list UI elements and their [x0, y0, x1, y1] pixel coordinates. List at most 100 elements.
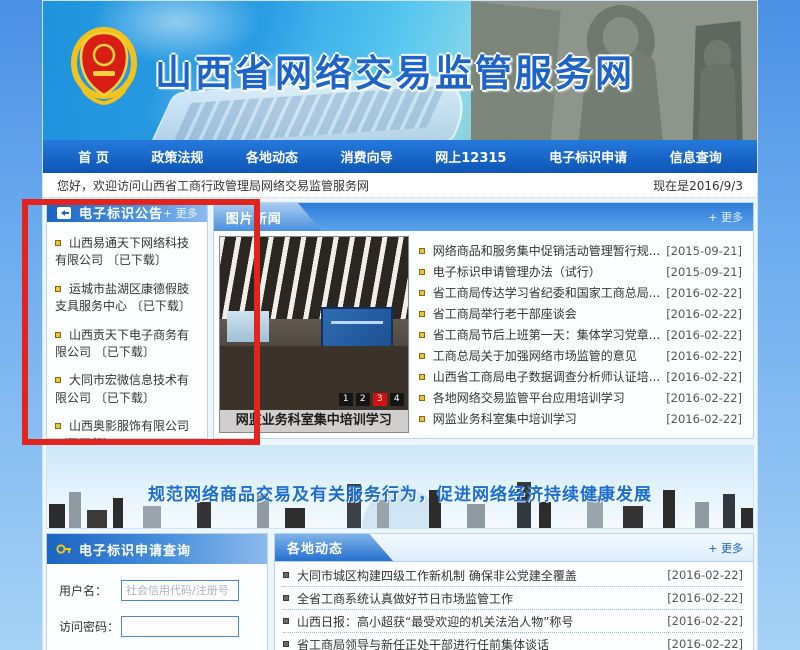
- local-news-item-date: [2016-02-22]: [667, 591, 743, 605]
- photo-news-more-link[interactable]: + 更多: [708, 209, 743, 225]
- announcement-icon: [56, 206, 72, 220]
- local-news-item[interactable]: 山西日报：高小超获“最受欢迎的机关法治人物”称号 [2016-02-22]: [283, 610, 743, 633]
- square-bullet-icon: [283, 641, 289, 647]
- slogan-banner: 规范网络商品交易及有关服务行为，促进网络经济持续健康发展: [46, 445, 754, 529]
- photo-news-panel: 图片新闻 + 更多 1 2: [213, 202, 754, 439]
- news-item-title: 网监业务科室集中培训学习: [433, 410, 660, 427]
- announcement-list-item[interactable]: 山西易通天下网络科技有限公司 〔已下载〕: [55, 235, 199, 270]
- bottom-section: 电子标识申请查询 用户名： 访问密码： 验证码： PFsv: [43, 533, 757, 650]
- local-news-item[interactable]: 全省工商系统认真做好节日市场监管工作 [2016-02-22]: [283, 587, 743, 610]
- news-item-title: 网络商品和服务集中促销活动管理暂行规...: [433, 242, 660, 259]
- announcement-panel-header: 电子标识公告 + 更多: [47, 203, 207, 222]
- square-bullet-icon: [55, 423, 61, 429]
- square-bullet-icon: [283, 618, 289, 624]
- news-list-item[interactable]: 网监业务科室集中培训学习 [2016-02-22]: [419, 408, 742, 429]
- nav-item[interactable]: 电子标识申请: [549, 147, 627, 166]
- news-list-item[interactable]: 省工商局传达学习省纪委和国家工商总局... [2016-02-22]: [419, 282, 742, 303]
- announcement-list-item[interactable]: 运城市盐湖区康德假肢支具服务中心 〔已下载〕: [55, 281, 199, 316]
- local-news-header: 各地动态 + 更多: [275, 534, 753, 562]
- nav-item[interactable]: 消费向导: [341, 147, 393, 166]
- local-news-item-date: [2016-02-22]: [667, 637, 743, 650]
- current-date: 现在是2016/9/3: [653, 177, 743, 194]
- saic-emblem-logo: [71, 27, 137, 109]
- news-list-item[interactable]: 省工商局举行老干部座谈会 [2016-02-22]: [419, 303, 742, 324]
- announcement-item-text: 运城市盐湖区康德假肢支具服务中心 〔已下载〕: [55, 282, 191, 313]
- nav-item[interactable]: 网上12315: [435, 147, 506, 166]
- photo-page-button[interactable]: 3: [373, 393, 387, 406]
- top-section: 电子标识公告 + 更多 山西易通天下网络科技有限公司 〔已下载〕 运城市盐湖区康…: [43, 198, 757, 444]
- photo-page-button[interactable]: 2: [356, 393, 370, 406]
- query-panel-title: 电子标识申请查询: [79, 540, 191, 559]
- page-container: 山西省网络交易监管服务网 首 页 政策法规 各地动态 消费向导 网上12315 …: [42, 0, 758, 650]
- nav-item[interactable]: 信息查询: [670, 147, 722, 166]
- square-bullet-icon: [55, 332, 61, 338]
- password-input[interactable]: [121, 616, 239, 637]
- announcement-list-item[interactable]: 大同市宏微信息技术有限公司 〔已下载〕: [55, 372, 199, 407]
- local-news-panel: 各地动态 + 更多 大同市城区构建四级工作新机制 确保非公党建全覆盖 [2016…: [274, 533, 754, 650]
- local-news-list: 大同市城区构建四级工作新机制 确保非公党建全覆盖 [2016-02-22] 全省…: [275, 562, 753, 650]
- e-label-query-panel: 电子标识申请查询 用户名： 访问密码： 验证码： PFsv: [46, 533, 268, 650]
- news-list-item[interactable]: 网络商品和服务集中促销活动管理暂行规... [2015-09-21]: [419, 240, 742, 261]
- news-item-title: 各地网络交易监管平台应用培训学习: [433, 389, 660, 406]
- news-list-item[interactable]: 山西省工商局电子数据调查分析师认证培... [2016-02-22]: [419, 366, 742, 387]
- news-list-item[interactable]: 各地网络交易监管平台应用培训学习 [2016-02-22]: [419, 387, 742, 408]
- photo-page-button[interactable]: 1: [339, 393, 353, 406]
- news-item-date: [2016-02-22]: [666, 328, 742, 342]
- square-bullet-icon: [419, 248, 425, 254]
- photo-caption: 网监业务科室集中培训学习: [220, 410, 408, 432]
- username-label: 用户名：: [59, 582, 121, 599]
- news-item-title: 省工商局传达学习省纪委和国家工商总局...: [433, 284, 660, 301]
- query-form: 用户名： 访问密码： 验证码： PFsv: [47, 564, 267, 650]
- news-list-item[interactable]: 电子标识申请管理办法（试行） [2015-09-21]: [419, 261, 742, 282]
- local-news-item-date: [2016-02-22]: [667, 568, 743, 582]
- square-bullet-icon: [283, 572, 289, 578]
- announcement-title: 电子标识公告: [79, 203, 163, 222]
- square-bullet-icon: [419, 395, 425, 401]
- square-bullet-icon: [55, 377, 61, 383]
- news-list-item[interactable]: 工商总局关于加强网络市场监管的意见 [2016-02-22]: [419, 345, 742, 366]
- announcement-item-text: 山西易通天下网络科技有限公司 〔已下载〕: [55, 236, 189, 267]
- photo-news-list: 网络商品和服务集中促销活动管理暂行规... [2015-09-21] 电子标识申…: [415, 236, 748, 433]
- password-label: 访问密码：: [59, 618, 121, 635]
- news-item-date: [2016-02-22]: [666, 307, 742, 321]
- welcome-bar: 您好，欢迎访问山西省工商行政管理局网络交易监管服务网 现在是2016/9/3: [43, 173, 757, 198]
- square-bullet-icon: [419, 332, 425, 338]
- username-row: 用户名：: [59, 580, 257, 601]
- nav-item[interactable]: 各地动态: [246, 147, 298, 166]
- announcement-list-item[interactable]: 山西贡天下电子商务有限公司 〔已下载〕: [55, 327, 199, 362]
- local-news-item-date: [2016-02-22]: [667, 614, 743, 628]
- news-item-title: 山西省工商局电子数据调查分析师认证培...: [433, 368, 660, 385]
- square-bullet-icon: [419, 311, 425, 317]
- username-input[interactable]: [121, 580, 239, 601]
- local-news-more-link[interactable]: + 更多: [708, 540, 743, 556]
- local-news-item[interactable]: 省工商局领导与新任正处干部进行任前集体谈话 [2016-02-22]: [283, 633, 743, 650]
- announcement-more-link[interactable]: + 更多: [163, 205, 198, 221]
- square-bullet-icon: [55, 286, 61, 292]
- news-item-date: [2016-02-22]: [666, 412, 742, 426]
- local-news-item[interactable]: 大同市城区构建四级工作新机制 确保非公党建全覆盖 [2016-02-22]: [283, 564, 743, 587]
- news-list-item[interactable]: 省工商局节后上班第一天：集体学习党章... [2016-02-22]: [419, 324, 742, 345]
- photo-page-button[interactable]: 4: [390, 393, 404, 406]
- slogan-text: 规范网络商品交易及有关服务行为，促进网络经济持续健康发展: [47, 480, 753, 505]
- photo-pagination: 1 2 3 4: [339, 393, 404, 406]
- main-navigation: 首 页 政策法规 各地动态 消费向导 网上12315 电子标识申请 信息查询: [43, 140, 757, 173]
- welcome-text: 您好，欢迎访问山西省工商行政管理局网络交易监管服务网: [57, 177, 369, 194]
- photo-window: [227, 311, 268, 342]
- local-news-item-title: 省工商局领导与新任正处干部进行任前集体谈话: [297, 636, 661, 650]
- square-bullet-icon: [419, 416, 425, 422]
- square-bullet-icon: [419, 269, 425, 275]
- site-header-banner: 山西省网络交易监管服务网: [43, 1, 757, 140]
- news-item-date: [2015-09-21]: [666, 244, 742, 258]
- nav-item[interactable]: 首 页: [78, 147, 109, 166]
- nav-item[interactable]: 政策法规: [151, 147, 203, 166]
- e-label-announcement-panel: 电子标识公告 + 更多 山西易通天下网络科技有限公司 〔已下载〕 运城市盐湖区康…: [46, 202, 208, 439]
- news-item-title: 省工商局节后上班第一天：集体学习党章...: [433, 326, 660, 343]
- news-item-title: 电子标识申请管理办法（试行）: [433, 263, 660, 280]
- password-row: 访问密码：: [59, 616, 257, 637]
- query-panel-header: 电子标识申请查询: [47, 534, 267, 564]
- news-item-title: 工商总局关于加强网络市场监管的意见: [433, 347, 660, 364]
- announcement-item-text: 山西贡天下电子商务有限公司 〔已下载〕: [55, 328, 189, 359]
- news-photo[interactable]: 1 2 3 4 网监业务科室集中培训学习: [219, 236, 409, 433]
- photo-news-title: 图片新闻: [214, 203, 322, 231]
- square-bullet-icon: [419, 374, 425, 380]
